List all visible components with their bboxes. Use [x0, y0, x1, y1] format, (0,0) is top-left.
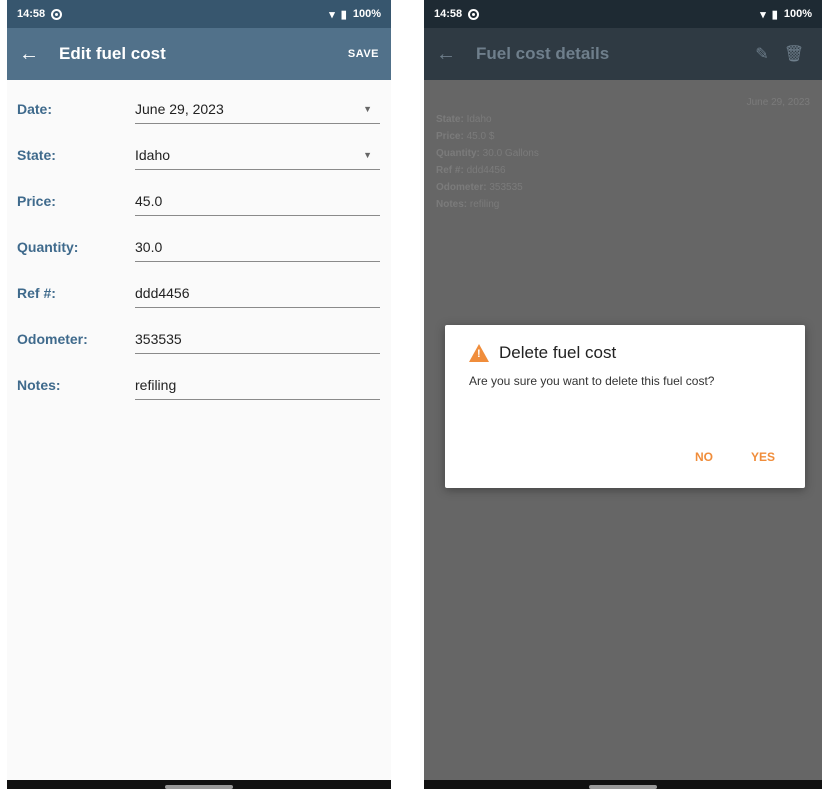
date-dropdown[interactable]: June 29, 2023 ▼ [135, 94, 380, 124]
navigation-bar [7, 780, 391, 789]
warning-icon: ! [469, 344, 489, 362]
fuel-cost-details-screen: 14:58 ▾ ▮ 100% ← Fuel cost details ✎ 🗑 J… [424, 0, 822, 789]
ref-value: ddd4456 [135, 284, 190, 301]
date-value: June 29, 2023 [135, 100, 224, 117]
details-date: June 29, 2023 [746, 97, 810, 108]
wifi-icon: ▾ [760, 8, 766, 21]
dialog-actions: NO YES [695, 450, 775, 464]
page-title: Fuel cost details [476, 44, 610, 63]
dialog-title: ! Delete fuel cost [469, 343, 781, 363]
navigation-bar [424, 780, 822, 789]
ref-row: Ref #: ddd4456 [7, 270, 391, 316]
home-handle[interactable] [589, 785, 657, 789]
status-time: 14:58 [434, 8, 463, 20]
details-price: Price: 45.0 $ [436, 131, 495, 142]
fuel-cost-form: Date: June 29, 2023 ▼ State: Idaho ▼ Pri… [7, 80, 391, 408]
sync-icon [51, 8, 63, 20]
odometer-input[interactable]: 353535 [135, 324, 380, 354]
date-label: Date: [17, 101, 53, 117]
fuel-cost-details: June 29, 2023 State: Idaho Price: 45.0 $… [424, 80, 822, 227]
edit-icon[interactable]: ✎ [746, 44, 778, 64]
quantity-value: 30.0 [135, 238, 163, 255]
state-row: State: Idaho ▼ [7, 132, 391, 178]
status-bar: 14:58 ▾ ▮ 100% [424, 0, 822, 28]
edit-fuel-cost-screen: 14:58 ▾ ▮ 100% ← Edit fuel cost SAVE Dat… [7, 0, 391, 789]
details-notes: Notes: refiling [436, 199, 500, 210]
back-arrow-icon[interactable]: ← [19, 43, 59, 66]
notes-row: Notes: refiling [7, 362, 391, 408]
quantity-input[interactable]: 30.0 [135, 232, 380, 262]
notes-input[interactable]: refiling [135, 370, 380, 400]
battery-icon: ▮ [771, 8, 778, 21]
notes-label: Notes: [17, 377, 61, 393]
back-arrow-icon[interactable]: ← [436, 43, 476, 66]
dialog-title-text: Delete fuel cost [499, 343, 617, 362]
details-quantity: Quantity: 30.0 Gallons [436, 148, 539, 159]
yes-button[interactable]: YES [751, 450, 775, 464]
state-value: Idaho [135, 146, 171, 163]
odometer-row: Odometer: 353535 [7, 316, 391, 362]
odometer-label: Odometer: [17, 331, 88, 347]
notes-value: refiling [135, 376, 177, 393]
chevron-down-icon: ▼ [363, 103, 372, 114]
status-time: 14:58 [17, 8, 46, 20]
delete-icon[interactable]: 🗑 [778, 44, 810, 64]
sync-icon [468, 8, 480, 20]
price-value: 45.0 [135, 192, 163, 209]
odometer-value: 353535 [135, 330, 182, 347]
delete-confirm-dialog: ! Delete fuel cost Are you sure you want… [445, 325, 805, 488]
home-handle[interactable] [165, 785, 233, 789]
price-row: Price: 45.0 [7, 178, 391, 224]
price-input[interactable]: 45.0 [135, 186, 380, 216]
price-label: Price: [17, 193, 56, 209]
battery-percent: 100% [352, 8, 381, 20]
chevron-down-icon: ▼ [363, 149, 372, 160]
date-row: Date: June 29, 2023 ▼ [7, 86, 391, 132]
quantity-label: Quantity: [17, 239, 79, 255]
details-state: State: Idaho [436, 114, 492, 125]
wifi-icon: ▾ [329, 8, 335, 21]
status-bar: 14:58 ▾ ▮ 100% [7, 0, 391, 28]
quantity-row: Quantity: 30.0 [7, 224, 391, 270]
app-bar: ← Fuel cost details ✎ 🗑 [424, 28, 822, 80]
state-dropdown[interactable]: Idaho ▼ [135, 140, 380, 170]
ref-input[interactable]: ddd4456 [135, 278, 380, 308]
save-button[interactable]: SAVE [348, 48, 379, 60]
ref-label: Ref #: [17, 285, 56, 301]
page-title: Edit fuel cost [59, 44, 166, 63]
battery-percent: 100% [783, 8, 812, 20]
app-bar: ← Edit fuel cost SAVE [7, 28, 391, 80]
no-button[interactable]: NO [695, 450, 713, 464]
details-odometer: Odometer: 353535 [436, 182, 523, 193]
state-label: State: [17, 147, 56, 163]
dialog-message: Are you sure you want to delete this fue… [469, 374, 715, 388]
battery-icon: ▮ [340, 8, 347, 21]
details-ref: Ref #: ddd4456 [436, 165, 506, 176]
